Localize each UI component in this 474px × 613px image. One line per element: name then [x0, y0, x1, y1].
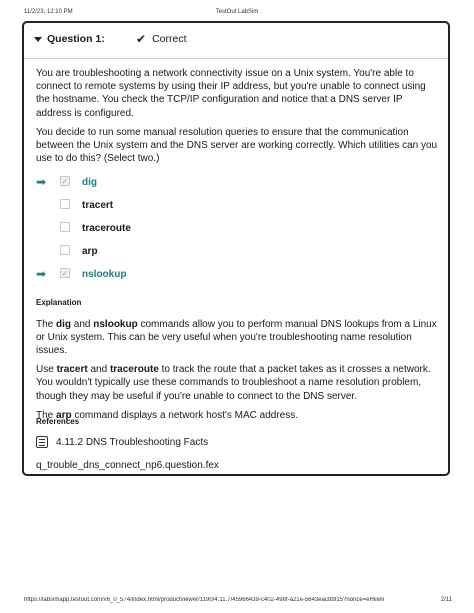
print-url: https://labsimapp.testout.com/v6_0_574/i… [24, 597, 384, 603]
question-paragraph: You decide to run some manual resolution… [36, 126, 438, 165]
list-icon [36, 436, 48, 448]
option-checkbox[interactable] [60, 222, 70, 233]
reference-link[interactable]: 4.11.2 DNS Troubleshooting Facts [36, 436, 440, 448]
caret-down-icon [34, 36, 42, 42]
explanation-paragraph: Use tracert and traceroute to track the … [36, 364, 431, 402]
option-tracert[interactable]: tracert [36, 194, 440, 217]
answer-options: ➡ ✓ dig tracert traceroute arp ➡ ✓ nsloo… [36, 171, 440, 286]
option-label: arp [82, 246, 98, 258]
question-toggle[interactable]: Question 1: [34, 33, 105, 45]
option-label: tracert [82, 200, 114, 212]
page-number: 2/11 [440, 597, 452, 603]
print-title: TestOut LabSim [215, 9, 259, 15]
option-checkbox[interactable]: ✓ [60, 268, 70, 279]
correct-arrow-icon: ➡ [36, 175, 47, 190]
option-checkbox[interactable]: ✓ [60, 176, 70, 187]
status-text: Correct [152, 33, 187, 45]
option-checkbox[interactable] [60, 199, 70, 210]
question-header: Question 1: ✔ Correct [24, 23, 448, 59]
question-label: Question 1: [47, 33, 105, 45]
explanation-paragraph: The dig and nslookup commands allow you … [36, 318, 437, 357]
references-title: References [36, 417, 80, 426]
references-section: References 4.11.2 DNS Troubleshooting Fa… [36, 407, 440, 471]
question-file-name: q_trouble_dns_connect_np6.question.fex [36, 460, 219, 471]
question-body: You are troubleshooting a network connec… [36, 67, 440, 428]
explanation-title: Explanation [36, 298, 82, 308]
option-dig[interactable]: ➡ ✓ dig [36, 171, 440, 194]
question-card: Question 1: ✔ Correct You are troublesho… [22, 21, 450, 476]
option-traceroute[interactable]: traceroute [36, 217, 440, 240]
checkmark-icon: ✔ [136, 32, 147, 46]
question-status: ✔ Correct [136, 32, 187, 46]
option-nslookup[interactable]: ➡ ✓ nslookup [36, 263, 440, 286]
option-label: dig [82, 177, 97, 189]
option-label: nslookup [82, 269, 127, 281]
question-paragraph: You are troubleshooting a network connec… [36, 68, 426, 119]
option-checkbox[interactable] [60, 245, 70, 256]
option-arp[interactable]: arp [36, 240, 440, 263]
reference-link-label: 4.11.2 DNS Troubleshooting Facts [56, 436, 209, 448]
correct-arrow-icon: ➡ [36, 267, 47, 282]
print-header: 11/2/23, 12:10 PM TestOut LabSim [0, 6, 474, 18]
option-label: traceroute [82, 223, 131, 235]
